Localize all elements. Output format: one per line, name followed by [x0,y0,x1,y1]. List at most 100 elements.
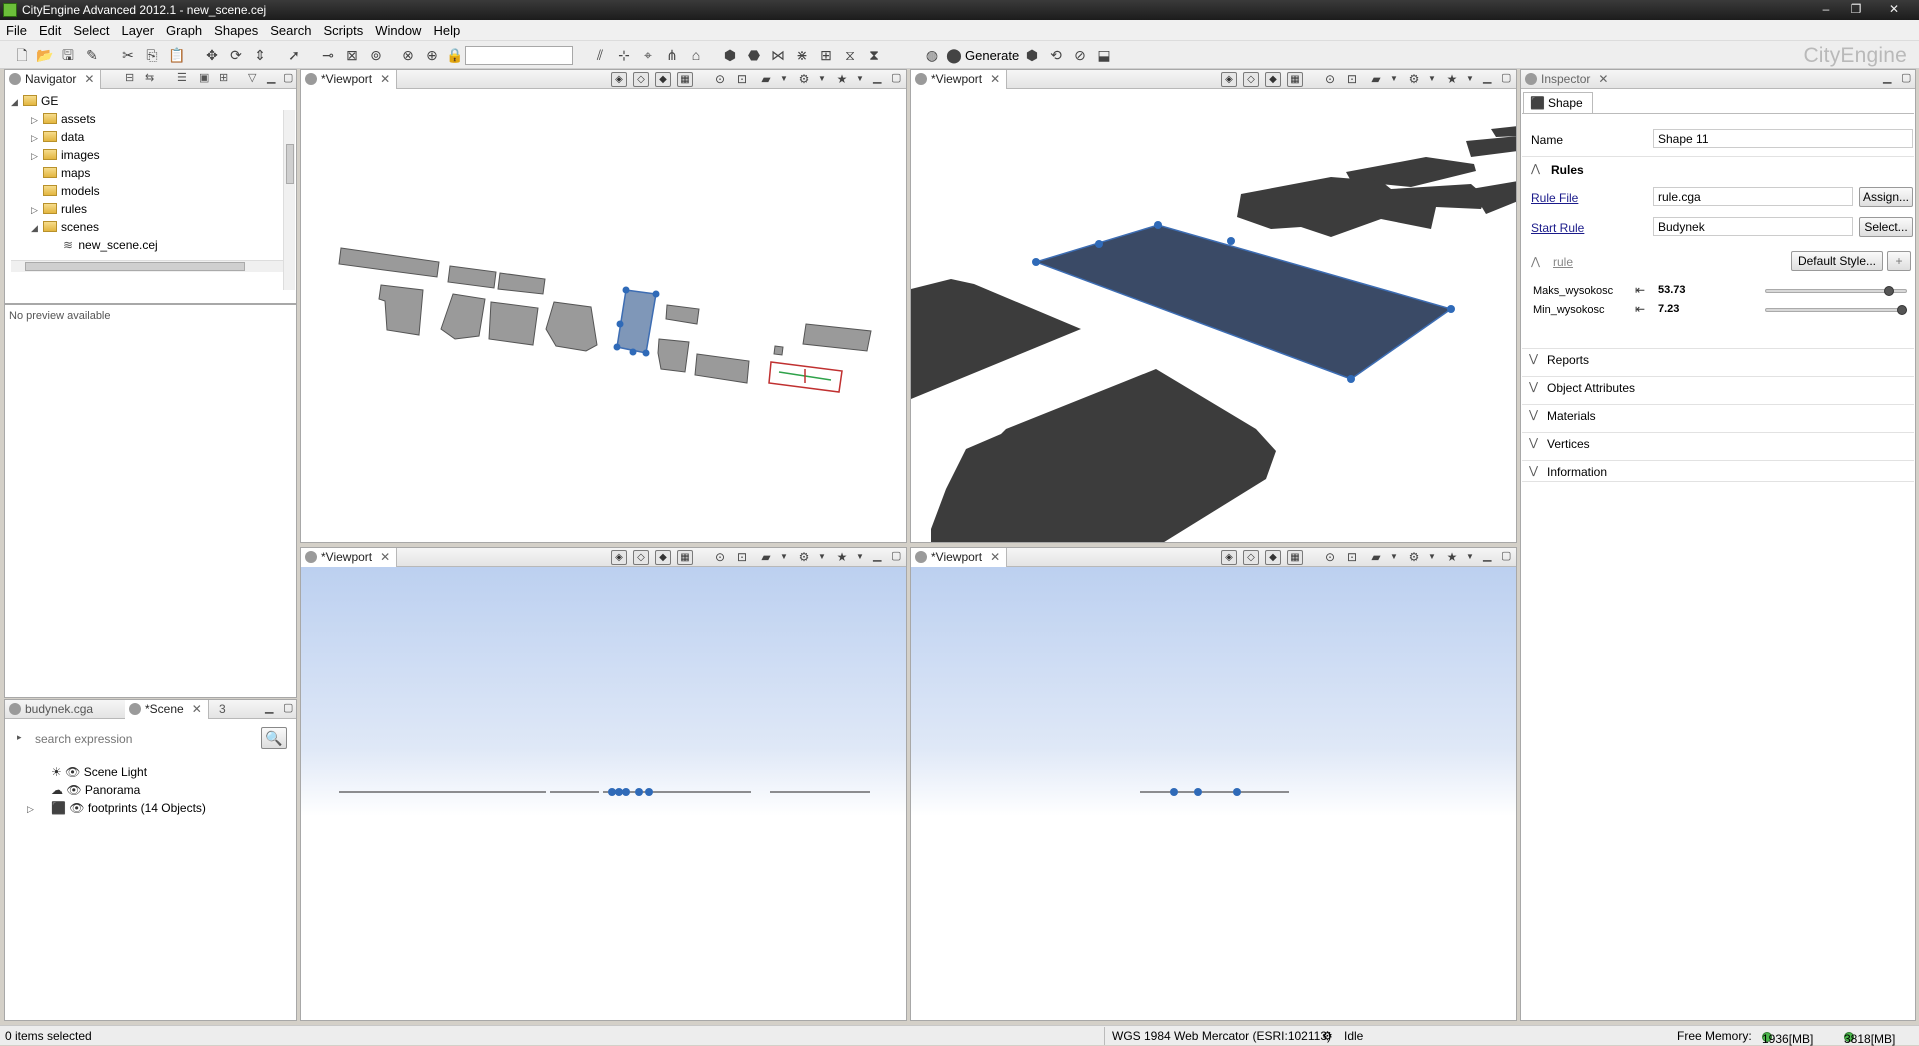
expand-arrow-icon[interactable]: ◢ [11,97,21,108]
grow-street-icon[interactable]: ⊹ [616,47,632,63]
filter-icon[interactable]: ▣ [199,73,211,85]
section-reports[interactable]: ⋁ Reports [1522,348,1914,370]
minimize-panel-icon[interactable]: ▁ [1483,551,1495,563]
menu-file[interactable]: File [0,20,33,38]
chevron-down-icon[interactable]: ▼ [777,550,791,564]
scene-search-input[interactable] [31,729,257,748]
settings-icon[interactable]: ⚙ [797,550,811,564]
refresh-icon[interactable]: ⟲ [1048,47,1064,63]
wireframe-mode-icon[interactable]: ◇ [633,72,649,87]
maximize-panel-icon[interactable]: ▢ [1501,73,1513,85]
tree-item-maps[interactable]: maps [31,166,90,182]
close-tab-icon[interactable]: ✕ [84,72,94,86]
settings-icon[interactable]: ⚙ [1407,550,1421,564]
start-rule-link[interactable]: Start Rule [1531,221,1584,235]
settings-icon[interactable]: ⚙ [797,72,811,86]
tools-icon[interactable]: ✎ [84,47,100,63]
frame-selection-icon[interactable]: ⊙ [1323,72,1337,86]
bookmarks-star-icon[interactable]: ★ [835,72,849,86]
merge-icon[interactable]: ⧖ [842,47,858,63]
expand-arrow-icon[interactable]: ◢ [31,223,41,234]
attr-value-min[interactable]: 7.23 [1653,300,1761,319]
maximize-panel-icon[interactable]: ▢ [1501,551,1513,563]
minimize-panel-icon[interactable]: ▁ [873,551,885,563]
bookmarks-star-icon[interactable]: ★ [1445,72,1459,86]
camera-icon[interactable]: ▰ [759,72,773,86]
minimize-panel-icon[interactable]: ▁ [873,73,885,85]
viewport-scene[interactable] [301,567,906,1020]
frame-selection-icon[interactable]: ⊙ [1323,550,1337,564]
building-footprint[interactable] [440,293,486,340]
shaded-mode-icon[interactable]: ◈ [611,550,627,565]
close-icon[interactable]: ✕ [1880,0,1908,20]
menu-shapes[interactable]: Shapes [208,20,264,38]
search-button[interactable]: 🔍 [261,727,287,749]
menu-layer[interactable]: Layer [116,20,161,38]
chevron-down-icon[interactable]: ▼ [815,72,829,86]
tree-item-scene-file[interactable]: ≋ new_scene.cej [63,238,158,254]
start-rule-field[interactable]: Budynek [1653,217,1853,236]
chevron-down-icon[interactable]: ▼ [815,550,829,564]
vertex-handle[interactable] [616,320,624,328]
building-footprint[interactable] [1491,126,1516,137]
expand-arrow-icon[interactable]: ▷ [31,115,41,126]
wireframe-mode-icon[interactable]: ◇ [1243,72,1259,87]
attr-value-maks[interactable]: 53.73 [1653,281,1761,300]
camera-icon[interactable]: ▰ [759,550,773,564]
crs-status[interactable]: WGS 1984 Web Mercator (ESRI:102113) [1112,1029,1331,1043]
vertex-handle[interactable] [635,788,643,796]
tab-scene[interactable]: *Scene ✕ [125,700,209,719]
selected-shape[interactable] [1033,224,1453,380]
scene-item-panorama[interactable]: ☁ 👁 Panorama [51,783,140,799]
tree-item-rules[interactable]: ▷ rules [31,202,87,218]
building-footprint[interactable] [694,353,750,384]
rule-file-field[interactable]: rule.cga [1653,187,1853,206]
vertex-handle[interactable] [608,788,616,796]
menu-edit[interactable]: Edit [33,20,67,38]
generate-button[interactable]: Generate [965,48,1019,63]
vertex-handle[interactable] [652,290,660,298]
building-footprint[interactable] [911,279,1081,399]
collapse-all-icon[interactable]: ⊟ [125,73,137,85]
maximize-icon[interactable]: ❐ [1842,0,1870,20]
view-menu-icon[interactable]: ⊞ [219,73,231,85]
viewport-canvas[interactable] [911,567,1516,1020]
menu-search[interactable]: Search [264,20,317,38]
slider-knob[interactable] [1884,286,1895,296]
assign-button[interactable]: Assign... [1859,187,1913,207]
menu-help[interactable]: Help [427,20,466,38]
collapse-rule-group-icon[interactable]: ⋀ [1531,255,1540,268]
minimize-panel-icon[interactable]: ▁ [1883,73,1895,85]
tab-viewport[interactable]: *Viewport ✕ [911,70,1008,89]
tab-viewport[interactable]: *Viewport ✕ [911,548,1008,567]
lit-mode-icon[interactable]: ▦ [1287,550,1303,565]
lit-mode-icon[interactable]: ▦ [677,550,693,565]
bookmark-icon[interactable]: ⊡ [1345,550,1359,564]
rule-group-label[interactable]: rule [1553,255,1573,269]
close-tab-icon[interactable]: ✕ [1598,72,1608,86]
tab-budynek-cga[interactable]: budynek.cga [5,700,99,719]
minimize-panel-icon[interactable]: ▁ [1483,73,1495,85]
wireframe-mode-icon[interactable]: ◇ [633,550,649,565]
chevron-down-icon[interactable]: ▼ [853,550,867,564]
scene-item-footprints[interactable]: ▷ ⬛ 👁 footprints (14 Objects) [27,801,206,817]
navigator-horizontal-scrollbar[interactable] [11,260,283,272]
chevron-down-icon[interactable]: ▼ [1463,550,1477,564]
maximize-panel-icon[interactable]: ▢ [283,73,295,85]
menu-scripts[interactable]: Scripts [317,20,369,38]
viewport-scene[interactable] [911,89,1516,542]
shape-icon[interactable]: ⬢ [722,47,738,63]
minimize-icon[interactable]: – [1812,0,1840,20]
toolbar-search-input[interactable] [465,46,573,65]
update-icon[interactable]: ⬢ [1024,47,1040,63]
grid-icon[interactable]: ⊞ [818,47,834,63]
chevron-down-icon[interactable]: ▼ [1463,72,1477,86]
textured-mode-icon[interactable]: ◆ [655,550,671,565]
chevron-down-icon[interactable]: ▼ [1387,72,1401,86]
vertex-handle[interactable] [642,349,650,357]
tab-navigator[interactable]: Navigator ✕ [5,70,102,89]
building-footprint[interactable] [488,301,539,346]
vertex-handle[interactable] [1032,258,1040,266]
vertex-handle[interactable] [1154,221,1162,229]
building-footprint[interactable] [447,265,497,289]
